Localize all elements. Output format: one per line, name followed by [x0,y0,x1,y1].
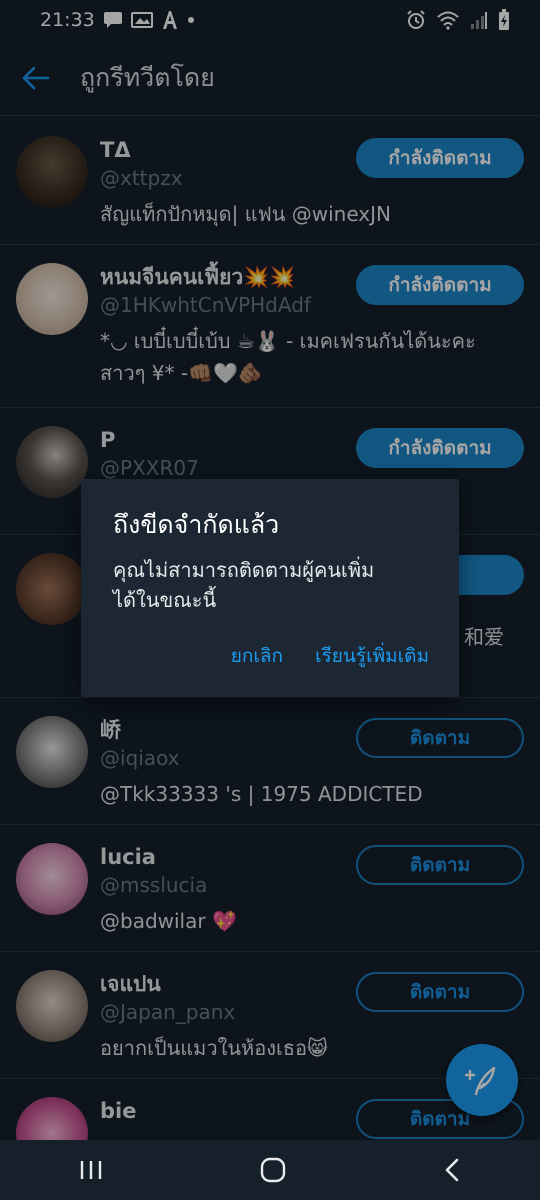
dialog-title: ถึงขีดจำกัดแล้ว [113,510,280,539]
system-nav-bar [0,1140,540,1200]
limit-dialog: ถึงขีดจำกัดแล้ว คุณไม่สามารถติดตามผู้คนเ… [81,479,459,697]
dialog-message-line: คุณไม่สามารถติดตามผู้คนเพิ่ม [113,558,375,582]
dialog-message: คุณไม่สามารถติดตามผู้คนเพิ่ม ได้ในขณะนี้ [113,555,429,615]
dialog-actions: ยกเลิก เรียนรู้เพิ่มเติม [231,641,429,671]
dialog-message-line: ได้ในขณะนี้ [113,588,217,612]
recent-apps-icon[interactable] [78,1158,104,1182]
home-icon[interactable] [259,1156,287,1184]
back-icon[interactable] [442,1157,462,1183]
cancel-button[interactable]: ยกเลิก [231,641,283,671]
learn-more-button[interactable]: เรียนรู้เพิ่มเติม [315,641,429,671]
